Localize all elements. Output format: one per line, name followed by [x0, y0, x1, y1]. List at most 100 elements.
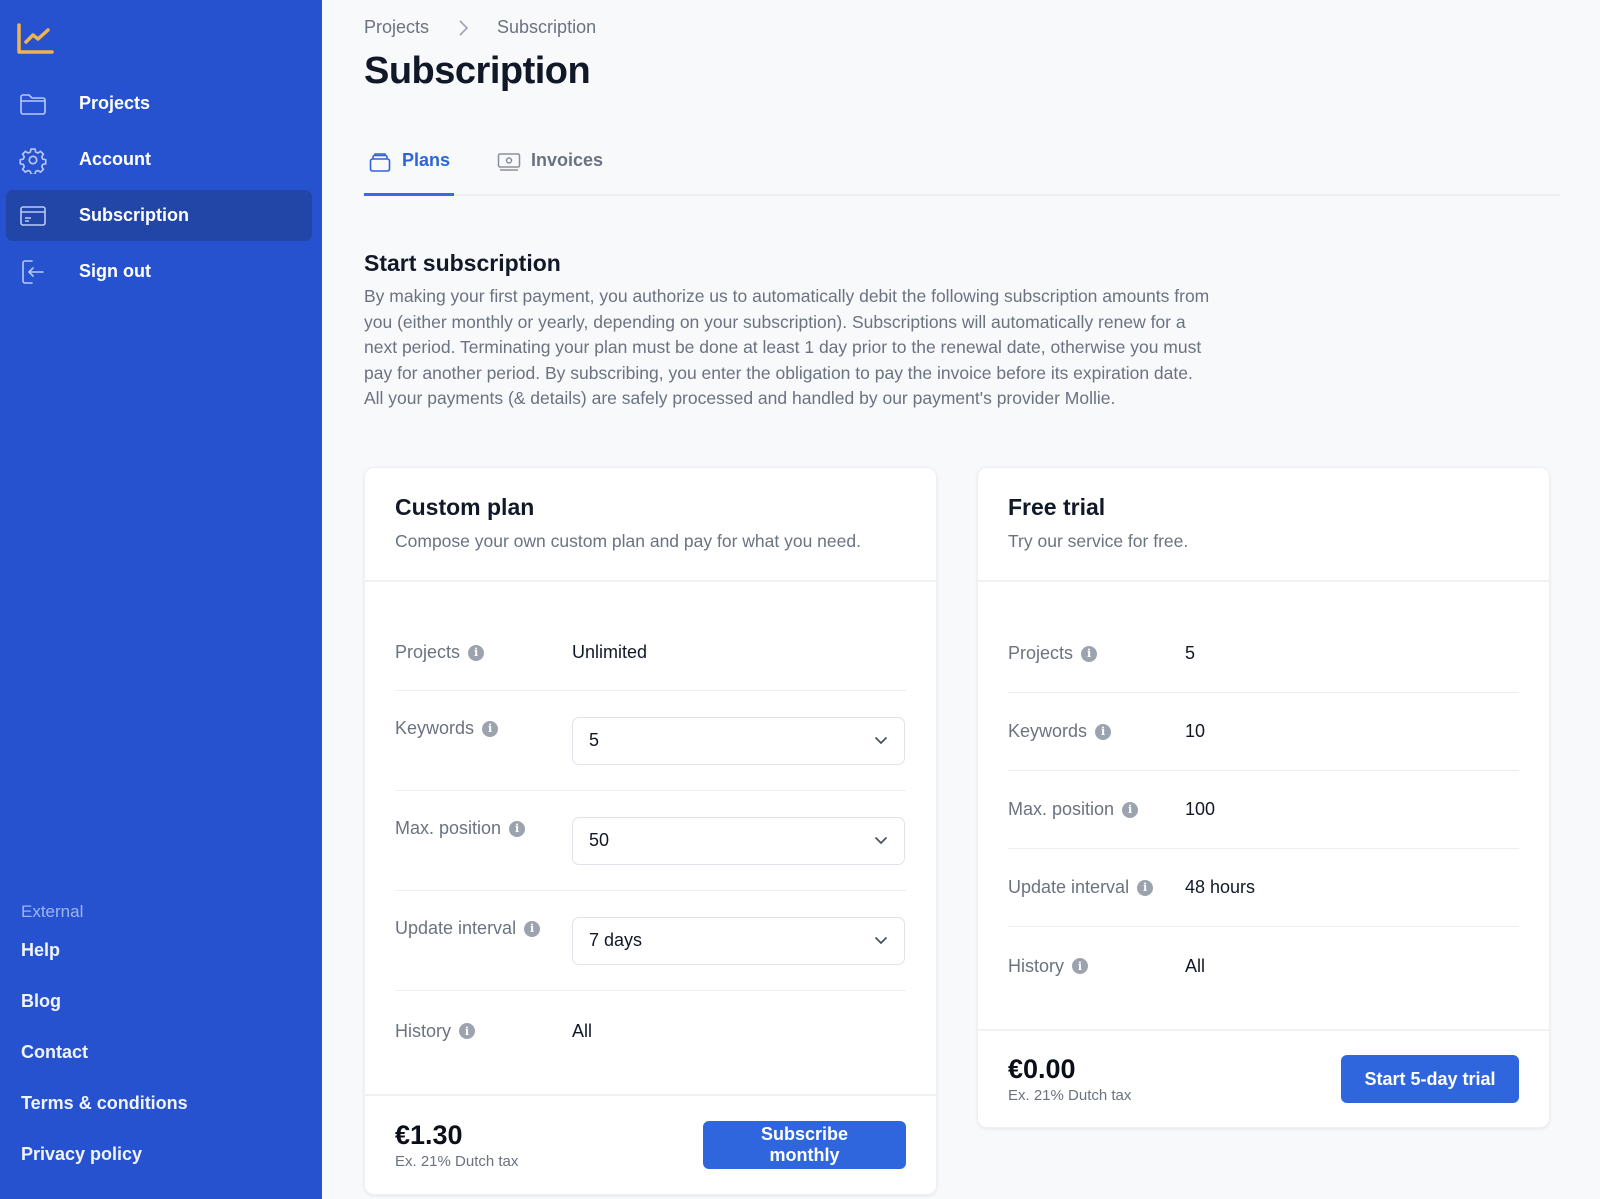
custom-plan-card: Custom plan Compose your own custom plan… [364, 467, 937, 1195]
feature-row-max-position: Max. position i 50 [395, 791, 906, 891]
card-title: Custom plan [395, 494, 535, 520]
plan-features: Projects i 5 Keywords i 10 Max. position i … [978, 582, 1549, 1005]
feature-row-update-interval: Update interval i 7 days [395, 891, 906, 991]
sidebar-item-account[interactable]: Account [6, 134, 312, 185]
info-icon[interactable]: i [482, 720, 499, 737]
plan-price: €1.30 [395, 1120, 463, 1150]
folder-icon [18, 89, 48, 119]
sidebar-item-label: Projects [79, 93, 151, 113]
blog-link[interactable]: Blog [21, 989, 188, 1040]
feature-label: History [395, 1020, 452, 1041]
sidebar-item-label: Account [79, 149, 151, 169]
tab-invoices[interactable]: Invoices [497, 150, 603, 196]
card-header: Custom plan Compose your own custom plan… [365, 468, 936, 582]
tax-note: Ex. 21% Dutch tax [395, 1153, 519, 1170]
info-icon[interactable]: i [1122, 801, 1139, 818]
external-links: External Help Blog Contact Terms & condi… [21, 902, 188, 1193]
feature-label: Keywords [1008, 721, 1088, 741]
free-trial-card: Free trial Try our service for free. Pro… [977, 467, 1550, 1128]
select-value: 7 days [589, 930, 643, 950]
sidebar-item-sign-out[interactable]: Sign out [6, 246, 312, 297]
feature-label: Update interval [1008, 877, 1130, 897]
feature-label: Keywords [395, 718, 475, 738]
feature-row-keywords: Keywords i 10 [1008, 693, 1519, 771]
contact-link[interactable]: Contact [21, 1040, 188, 1091]
privacy-link[interactable]: Privacy policy [21, 1142, 188, 1193]
tab-plans[interactable]: Plans [368, 150, 450, 196]
feature-row-history: History i All [395, 991, 906, 1071]
chevron-right-icon [459, 19, 469, 36]
feature-value: 5 [1185, 643, 1196, 663]
sidebar-item-subscription[interactable]: Subscription [6, 190, 312, 241]
sidebar-item-projects[interactable]: Projects [6, 78, 312, 129]
feature-row-projects: Projects i Unlimited [395, 615, 906, 691]
sidebar-item-label: Sign out [79, 261, 151, 281]
section-title: Start subscription [364, 250, 561, 276]
info-icon[interactable]: i [509, 820, 526, 837]
gear-icon [18, 145, 48, 175]
breadcrumb: Projects Subscription [364, 17, 596, 38]
feature-label: History [1008, 955, 1065, 976]
terms-link[interactable]: Terms & conditions [21, 1091, 188, 1142]
tab-label: Plans [402, 150, 451, 170]
select-value: 50 [589, 830, 610, 850]
breadcrumb-subscription: Subscription [497, 17, 597, 37]
start-trial-button[interactable]: Start 5-day trial [1341, 1055, 1519, 1103]
max-position-select[interactable]: 50 [572, 816, 905, 865]
feature-label: Max. position [395, 818, 502, 838]
feature-row-update-interval: Update interval i 48 hours [1008, 849, 1519, 927]
feature-row-projects: Projects i 5 [1008, 615, 1519, 693]
info-icon[interactable]: i [459, 1023, 476, 1039]
info-icon[interactable]: i [1072, 958, 1089, 974]
info-icon[interactable]: i [468, 644, 485, 661]
feature-label: Update interval [395, 918, 517, 938]
subscribe-monthly-button[interactable]: Subscribe monthly [703, 1121, 906, 1169]
plan-price: €0.00 [1008, 1054, 1076, 1084]
card-footer: €1.30 Ex. 21% Dutch tax Subscribe monthl… [365, 1094, 936, 1194]
feature-row-history: History i All [1008, 927, 1519, 1005]
chevron-down-icon [874, 936, 888, 945]
feature-row-keywords: Keywords i 5 [395, 691, 906, 791]
sidebar: Projects Account Subscription Sign out E… [0, 0, 322, 1199]
feature-value: All [1185, 955, 1206, 976]
sidebar-nav: Projects Account Subscription Sign out [6, 78, 312, 302]
page-title: Subscription [364, 50, 591, 92]
external-section-title: External [21, 902, 84, 921]
card-subtitle: Compose your own custom plan and pay for… [395, 531, 861, 551]
feature-value: 48 hours [1185, 877, 1256, 897]
stack-icon [369, 153, 391, 172]
section-description: By making your first payment, you author… [364, 286, 1210, 408]
keywords-select[interactable]: 5 [572, 716, 905, 765]
plan-features: Projects i Unlimited Keywords i 5 Max. pos… [365, 582, 936, 1071]
update-interval-select[interactable]: 7 days [572, 916, 905, 965]
feature-value: 10 [1185, 721, 1206, 741]
feature-label: Max. position [1008, 799, 1115, 819]
cash-icon [497, 153, 521, 171]
feature-value: 100 [1185, 799, 1216, 819]
feature-value: Unlimited [572, 642, 648, 662]
select-value: 5 [589, 730, 600, 750]
feature-value: All [572, 1020, 593, 1041]
help-link[interactable]: Help [21, 938, 188, 989]
tax-note: Ex. 21% Dutch tax [1008, 1087, 1132, 1104]
feature-label: Projects [1008, 643, 1074, 663]
info-icon[interactable]: i [1137, 879, 1154, 896]
chevron-down-icon [874, 836, 888, 845]
card-header: Free trial Try our service for free. [978, 468, 1549, 582]
chevron-down-icon [874, 736, 888, 745]
info-icon[interactable]: i [524, 920, 541, 937]
info-icon[interactable]: i [1081, 645, 1098, 662]
feature-row-max-position: Max. position i 100 [1008, 771, 1519, 849]
tabs: Plans Invoices [364, 140, 1560, 196]
breadcrumb-projects[interactable]: Projects [364, 17, 429, 38]
card-title: Free trial [1008, 494, 1106, 520]
card-subtitle: Try our service for free. [1008, 531, 1189, 551]
info-icon[interactable]: i [1095, 723, 1112, 740]
sign-out-icon [18, 257, 48, 287]
sidebar-item-label: Subscription [79, 205, 190, 225]
chart-logo-icon[interactable] [16, 22, 54, 56]
active-tab-indicator [364, 193, 454, 196]
tab-label: Invoices [531, 150, 604, 170]
card-footer: €0.00 Ex. 21% Dutch tax Start 5-day tria… [978, 1029, 1549, 1127]
credit-card-icon [18, 201, 48, 231]
